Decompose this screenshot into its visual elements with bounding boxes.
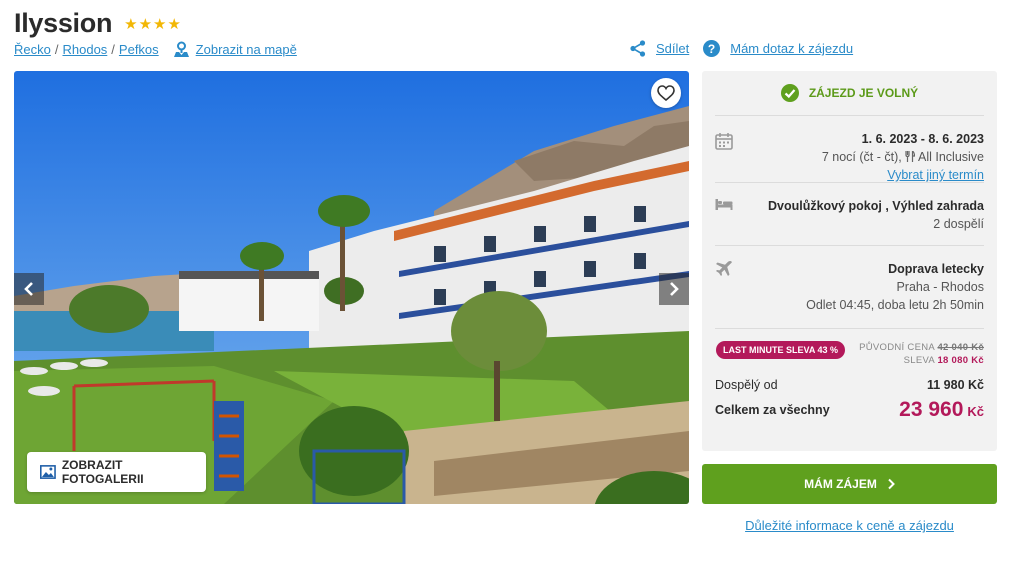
heart-icon — [657, 85, 675, 101]
discount-value: 18 080 Kč — [937, 355, 984, 366]
map-pin-icon — [173, 41, 189, 57]
interest-button-label: MÁM ZÁJEM — [804, 477, 877, 491]
image-icon — [40, 465, 56, 479]
term-block: 1. 6. 2023 - 8. 6. 2023 7 nocí (čt - čt)… — [715, 116, 984, 183]
total-price-label: Celkem za všechny — [715, 403, 830, 417]
chevron-right-icon — [888, 478, 895, 490]
share-link[interactable]: Sdílet — [656, 41, 689, 56]
transport-title: Doprava letecky — [888, 262, 984, 276]
show-gallery-label: ZOBRAZIT FOTOGALERII — [61, 458, 144, 486]
change-term-link[interactable]: Vybrat jiný termín — [887, 168, 984, 182]
transport-block: Doprava letecky Praha - Rhodos Odlet 04:… — [715, 246, 984, 329]
interest-button[interactable]: MÁM ZÁJEM — [702, 464, 997, 504]
availability-text: ZÁJEZD JE VOLNÝ — [808, 86, 919, 100]
next-photo-button[interactable] — [659, 273, 689, 305]
cutlery-icon — [905, 149, 916, 162]
hotel-photo — [14, 71, 689, 504]
breadcrumb-locality[interactable]: Pefkos — [119, 42, 159, 57]
breadcrumb-separator: / — [111, 42, 115, 57]
calendar-icon — [715, 133, 733, 150]
share-action[interactable]: Sdílet — [630, 40, 689, 57]
question-icon: ? — [703, 40, 721, 57]
total-price-currency: Kč — [967, 404, 984, 419]
share-icon — [630, 40, 646, 57]
discount-label: SLEVA — [903, 355, 935, 366]
breadcrumb-country[interactable]: Řecko — [14, 42, 51, 57]
important-info-link[interactable]: Důležité informace k ceně a zájezdu — [702, 518, 997, 533]
original-price-label: PŮVODNÍ CENA — [859, 342, 935, 353]
transport-departure: Odlet 04:45, doba letu 2h 50min — [806, 298, 984, 312]
airplane-icon — [716, 260, 732, 276]
question-action[interactable]: ? Mám dotaz k zájezdu — [703, 40, 853, 57]
show-gallery-button[interactable]: ZOBRAZIT FOTOGALERII — [27, 452, 206, 492]
term-nights: 7 nocí (čt - čt), — [821, 150, 902, 164]
total-price-row: Celkem za všechny 23 960 Kč — [715, 398, 984, 422]
breadcrumb-separator: / — [54, 42, 59, 57]
chevron-left-icon — [24, 282, 33, 296]
room-block: Dvoulůžkový pokoj , Výhled zahrada 2 dos… — [715, 183, 984, 246]
last-minute-badge: LAST MINUTE SLEVA 43 % — [716, 341, 846, 359]
favorite-button[interactable] — [651, 78, 681, 108]
term-dates: 1. 6. 2023 - 8. 6. 2023 — [861, 132, 984, 146]
adult-price-row: Dospělý od 11 980 Kč — [715, 378, 984, 392]
map-link-label[interactable]: Zobrazit na mapě — [196, 42, 297, 57]
original-price-value: 42 040 Kč — [937, 342, 984, 353]
term-board: All Inclusive — [918, 150, 984, 164]
svg-text:?: ? — [708, 42, 715, 56]
header-actions: Sdílet ? Mám dotaz k zájezdu — [630, 40, 853, 57]
hotel-name: Ilyssion — [14, 8, 113, 38]
photo-gallery[interactable]: ZOBRAZIT FOTOGALERII — [14, 71, 689, 504]
total-price-value: 23 960 Kč — [899, 398, 984, 422]
check-circle-icon — [780, 84, 799, 102]
previous-photo-button[interactable] — [14, 273, 44, 305]
room-persons: 2 dospělí — [933, 217, 984, 231]
chevron-right-icon — [670, 282, 679, 296]
price-block: LAST MINUTE SLEVA 43 % PŮVODNÍ CENA 42 0… — [715, 329, 984, 422]
title-row: Ilyssion ★★★★ — [14, 8, 182, 39]
breadcrumb-region[interactable]: Rhodos — [62, 42, 107, 57]
availability-status: ZÁJEZD JE VOLNÝ — [715, 71, 984, 116]
hotel-stars: ★★★★ — [124, 15, 182, 33]
adult-price-label: Dospělý od — [715, 378, 778, 392]
transport-route: Praha - Rhodos — [896, 280, 984, 294]
booking-panel: ZÁJEZD JE VOLNÝ 1. 6. 2023 - 8. 6. 2023 … — [702, 71, 997, 451]
bed-icon — [715, 199, 733, 210]
breadcrumb: Řecko / Rhodos / Pefkos Zobrazit na mapě — [14, 41, 297, 58]
term-details: 7 nocí (čt - čt), All Inclusive — [715, 148, 984, 166]
map-link[interactable]: Zobrazit na mapě — [173, 41, 297, 58]
room-type: Dvoulůžkový pokoj , Výhled zahrada — [767, 199, 984, 213]
question-link[interactable]: Mám dotaz k zájezdu — [730, 41, 853, 56]
adult-price-value: 11 980 Kč — [927, 378, 984, 392]
total-price-amount: 23 960 — [899, 398, 964, 421]
